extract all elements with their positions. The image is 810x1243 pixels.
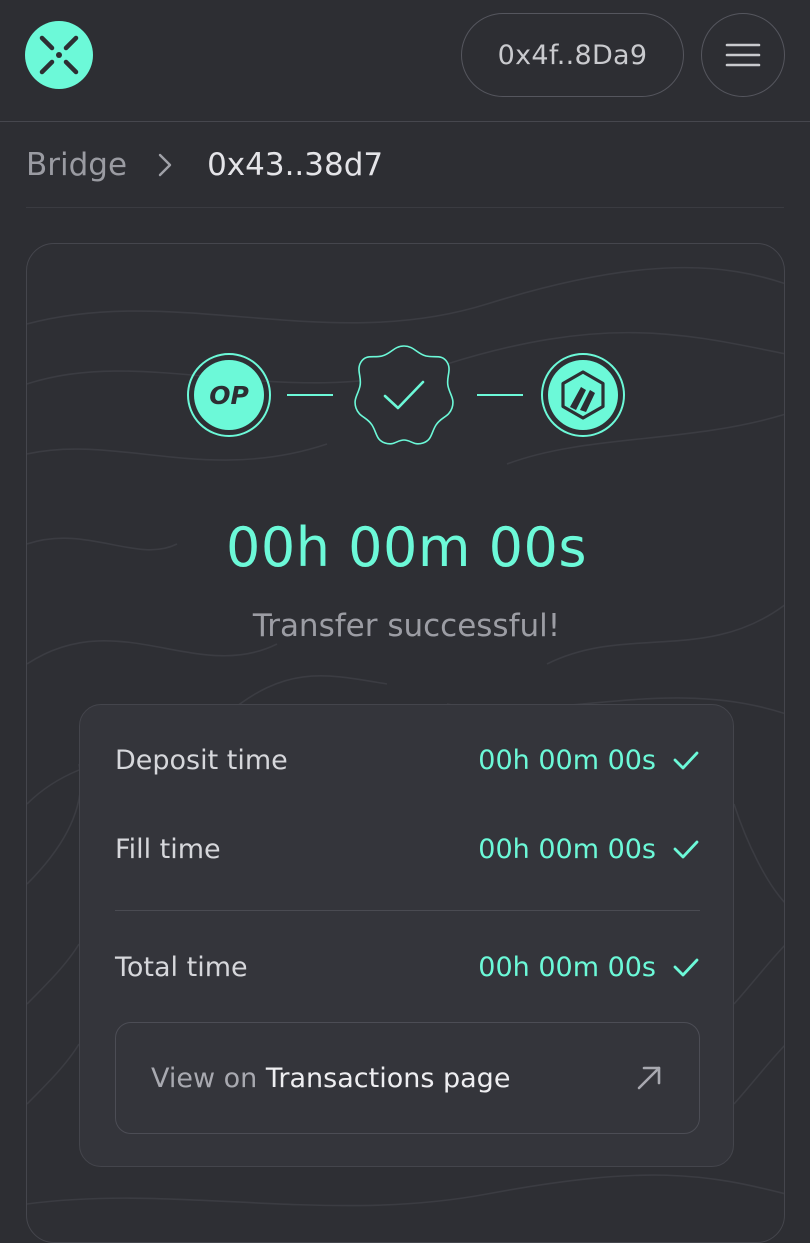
row-value-group: 00h 00m 00s xyxy=(478,745,700,776)
menu-button[interactable] xyxy=(701,13,785,97)
route-connector-left xyxy=(287,394,333,396)
destination-chain xyxy=(540,352,626,438)
transfer-status: Transfer successful! xyxy=(252,608,561,644)
breadcrumb-current: 0x43..38d7 xyxy=(207,146,384,183)
source-chain: OP xyxy=(186,352,272,438)
view-transactions-link[interactable]: View on Transactions page xyxy=(115,1022,700,1134)
link-target: Transactions page xyxy=(265,1062,511,1094)
timing-details-panel: Deposit time 00h 00m 00s Fill time 00h 0… xyxy=(79,704,734,1167)
top-header: 0x4f..8Da9 xyxy=(0,0,810,122)
success-badge xyxy=(349,340,459,450)
optimism-chain-icon: OP xyxy=(187,353,271,437)
deposit-time-row: Deposit time 00h 00m 00s xyxy=(115,735,700,785)
checkmark-icon xyxy=(673,840,699,859)
transfer-route: OP xyxy=(27,244,784,544)
fill-time-row: Fill time 00h 00m 00s xyxy=(115,824,700,874)
source-chain-label: OP xyxy=(209,381,249,410)
wallet-address-button[interactable]: 0x4f..8Da9 xyxy=(461,13,684,97)
breadcrumb: Bridge 0x43..38d7 xyxy=(26,122,784,208)
check-badge-icon xyxy=(354,345,454,445)
transfer-card: OP 00h 00m 00s Transfer successful! Depo xyxy=(26,243,785,1243)
checkmark-icon xyxy=(673,958,699,977)
wallet-address: 0x4f..8Da9 xyxy=(497,39,648,71)
elapsed-timer: 00h 00m 00s xyxy=(226,516,587,579)
link-prefix: View on xyxy=(151,1062,258,1094)
row-value: 00h 00m 00s xyxy=(478,833,656,865)
row-value: 00h 00m 00s xyxy=(478,744,656,776)
row-label: Fill time xyxy=(115,833,221,865)
checkmark-icon xyxy=(673,751,699,770)
row-value-group: 00h 00m 00s xyxy=(478,952,700,983)
hamburger-menu-icon xyxy=(725,43,761,67)
row-label: Total time xyxy=(115,951,248,983)
row-value: 00h 00m 00s xyxy=(478,951,656,983)
breadcrumb-bridge-link[interactable]: Bridge xyxy=(26,147,127,183)
app-logo[interactable] xyxy=(25,21,93,89)
external-link-arrow-icon xyxy=(637,1066,661,1090)
row-label: Deposit time xyxy=(115,744,288,776)
arbitrum-chain-icon xyxy=(541,353,625,437)
across-logo-icon xyxy=(39,35,79,75)
total-time-row: Total time 00h 00m 00s xyxy=(115,942,700,992)
details-divider xyxy=(115,910,700,911)
chevron-right-icon xyxy=(158,153,172,176)
route-connector-right xyxy=(477,394,523,396)
link-text: View on Transactions page xyxy=(151,1063,510,1094)
row-value-group: 00h 00m 00s xyxy=(478,834,700,865)
